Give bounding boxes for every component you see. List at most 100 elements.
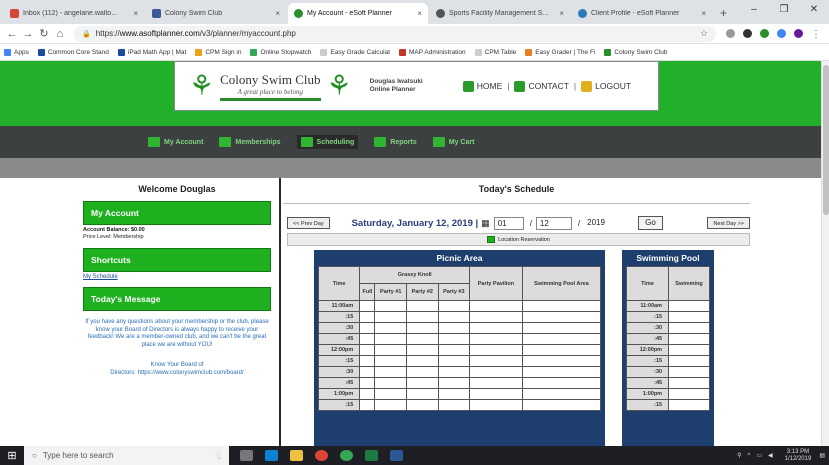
slot-cell[interactable]: [359, 377, 376, 389]
home-icon[interactable]: ⌂: [52, 28, 68, 40]
logout-link[interactable]: LOGOUT: [581, 80, 631, 92]
slot-cell[interactable]: [521, 366, 602, 378]
new-tab-button[interactable]: +: [714, 6, 733, 24]
maximize-icon[interactable]: ❐: [769, 0, 799, 20]
slot-cell[interactable]: [359, 333, 376, 345]
calendar-icon[interactable]: ▦: [481, 218, 490, 229]
close-tab-icon[interactable]: ×: [701, 9, 706, 18]
slot-cell[interactable]: [469, 311, 523, 323]
slot-cell[interactable]: [521, 300, 602, 312]
nav-my-cart[interactable]: My Cart: [432, 137, 474, 147]
my-schedule-link[interactable]: My Schedule: [83, 274, 271, 280]
word-icon[interactable]: [390, 450, 404, 461]
extension-icon[interactable]: [777, 29, 786, 38]
slot-cell[interactable]: [521, 344, 602, 356]
chrome-icon[interactable]: [340, 450, 354, 461]
home-link[interactable]: HOME: [462, 80, 502, 92]
slot-cell[interactable]: [469, 377, 523, 389]
slot-cell[interactable]: [668, 344, 710, 356]
slot-cell[interactable]: [359, 388, 376, 400]
browser-tab-colony[interactable]: Colony Swim Club ×: [146, 3, 286, 24]
bookmark-item[interactable]: iPad Math App | Mat: [117, 48, 186, 56]
slot-cell[interactable]: [521, 399, 602, 411]
slot-cell[interactable]: [668, 355, 710, 367]
slot-cell[interactable]: [668, 333, 710, 345]
slot-cell[interactable]: [437, 399, 471, 411]
slot-cell[interactable]: [469, 399, 523, 411]
slot-cell[interactable]: [374, 300, 408, 312]
slot-cell[interactable]: [668, 366, 710, 378]
forward-icon[interactable]: →: [20, 28, 36, 40]
slot-cell[interactable]: [437, 311, 471, 323]
chrome-icon[interactable]: [315, 450, 329, 461]
slot-cell[interactable]: [374, 322, 408, 334]
slot-cell[interactable]: [469, 322, 523, 334]
slot-cell[interactable]: [437, 355, 471, 367]
windows-start-icon[interactable]: ⊞: [0, 449, 24, 462]
nav-my-account[interactable]: My Account: [148, 137, 203, 147]
slot-cell[interactable]: [437, 366, 471, 378]
slot-cell[interactable]: [374, 377, 408, 389]
volume-icon[interactable]: ◀: [768, 452, 773, 459]
slot-cell[interactable]: [359, 355, 376, 367]
slot-cell[interactable]: [374, 333, 408, 345]
close-tab-icon[interactable]: ×: [559, 9, 564, 18]
slot-cell[interactable]: [359, 322, 376, 334]
slot-cell[interactable]: [668, 377, 710, 389]
slot-cell[interactable]: [406, 399, 439, 411]
bookmark-apps[interactable]: Apps: [4, 48, 29, 56]
slot-cell[interactable]: [668, 300, 710, 312]
month-input[interactable]: 12: [535, 216, 572, 230]
extension-icon[interactable]: [743, 29, 752, 38]
menu-icon[interactable]: ⋮: [811, 29, 821, 40]
slot-cell[interactable]: [521, 333, 602, 345]
excel-icon[interactable]: [365, 450, 379, 461]
slot-cell[interactable]: [469, 300, 523, 312]
browser-tab-sports[interactable]: Sports Facility Management S... ×: [430, 3, 570, 24]
extension-icon[interactable]: [794, 29, 803, 38]
slot-cell[interactable]: [359, 300, 376, 312]
slot-cell[interactable]: [359, 344, 376, 356]
contact-link[interactable]: CONTACT: [514, 80, 569, 92]
slot-cell[interactable]: [521, 322, 602, 334]
bookmark-item[interactable]: CPM Sign in: [195, 48, 241, 56]
back-icon[interactable]: ←: [4, 28, 20, 40]
slot-cell[interactable]: [374, 399, 408, 411]
app-icon[interactable]: [265, 450, 279, 461]
file-explorer-icon[interactable]: [290, 450, 304, 461]
nav-reports[interactable]: Reports: [374, 137, 417, 147]
slot-cell[interactable]: [374, 311, 408, 323]
slot-cell[interactable]: [469, 366, 523, 378]
microphone-icon[interactable]: 🎙: [213, 450, 224, 461]
day-input[interactable]: 01: [493, 216, 524, 230]
bookmark-item[interactable]: Common Core Stand: [37, 48, 109, 56]
slot-cell[interactable]: [374, 388, 408, 400]
bookmark-item[interactable]: Online Stopwatch: [250, 48, 311, 56]
slot-cell[interactable]: [437, 333, 471, 345]
slot-cell[interactable]: [406, 344, 439, 356]
people-icon[interactable]: ⚲: [737, 452, 741, 459]
bookmark-item[interactable]: Colony Swim Club: [604, 48, 668, 56]
my-account-box[interactable]: My Account: [83, 201, 271, 225]
minimize-icon[interactable]: –: [739, 0, 769, 20]
extension-icon[interactable]: [726, 29, 735, 38]
bookmark-item[interactable]: CPM Table: [474, 48, 516, 56]
bookmark-item[interactable]: Easy Grade Calculat: [320, 48, 390, 56]
slot-cell[interactable]: [359, 366, 376, 378]
slot-cell[interactable]: [469, 333, 523, 345]
browser-tab-gmail[interactable]: Inbox (112) - angelane.walto... ×: [4, 3, 144, 24]
close-window-icon[interactable]: ✕: [799, 0, 829, 20]
slot-cell[interactable]: [521, 355, 602, 367]
slot-cell[interactable]: [668, 322, 710, 334]
notifications-icon[interactable]: ▤: [819, 452, 825, 459]
slot-cell[interactable]: [668, 388, 710, 400]
slot-cell[interactable]: [406, 377, 439, 389]
close-tab-icon[interactable]: ×: [275, 9, 280, 18]
browser-tab-myaccount[interactable]: My Account - eSoft Planner ×: [288, 3, 428, 24]
slot-cell[interactable]: [406, 355, 439, 367]
slot-cell[interactable]: [521, 311, 602, 323]
reload-icon[interactable]: ↻: [36, 27, 52, 40]
url-input[interactable]: 🔒 https://www.asoftplanner.com/v3/planne…: [74, 25, 716, 42]
go-button[interactable]: Go: [638, 216, 663, 230]
slot-cell[interactable]: [406, 333, 439, 345]
